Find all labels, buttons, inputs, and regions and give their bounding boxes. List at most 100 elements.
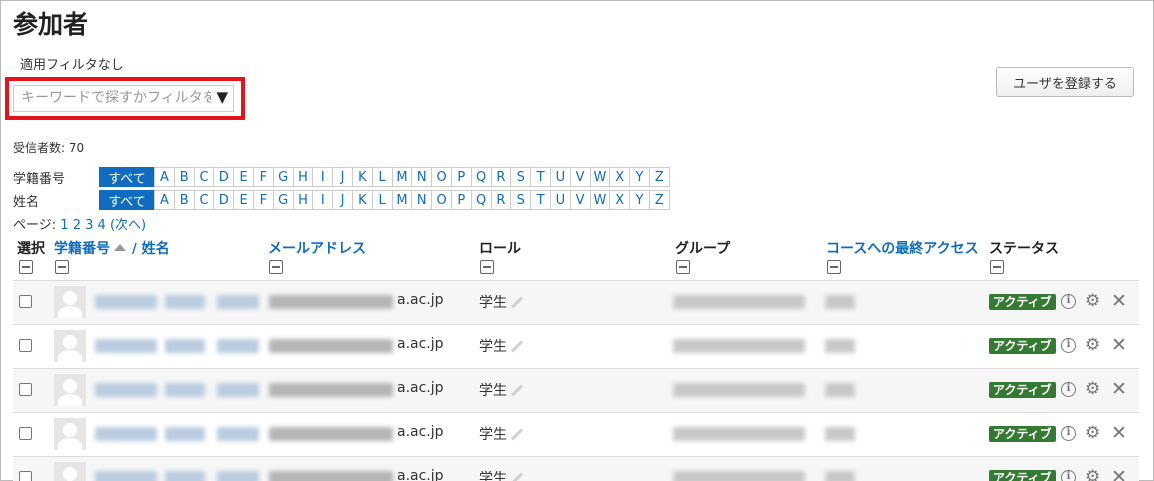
gear-icon[interactable]: ⚙ bbox=[1085, 425, 1100, 442]
filter-search-box[interactable]: ▼ bbox=[13, 85, 234, 112]
gear-icon[interactable]: ⚙ bbox=[1085, 337, 1100, 354]
unenrol-x-icon[interactable]: ✕ bbox=[1111, 468, 1127, 481]
initial-letter[interactable]: W bbox=[589, 190, 611, 210]
collapse-column-icon[interactable] bbox=[55, 260, 69, 274]
initial-letter[interactable]: Y bbox=[629, 167, 650, 187]
row-select-checkbox[interactable] bbox=[19, 295, 32, 308]
initial-letter[interactable]: F bbox=[252, 190, 274, 210]
initial-letter[interactable]: Z bbox=[648, 167, 670, 187]
initial-letter[interactable]: K bbox=[351, 167, 373, 187]
initial-letter[interactable]: R bbox=[490, 190, 512, 210]
initial-letter[interactable]: M bbox=[391, 167, 413, 187]
unenrol-x-icon[interactable]: ✕ bbox=[1111, 424, 1127, 443]
initial-letter[interactable]: P bbox=[450, 190, 472, 210]
initial-letter[interactable]: J bbox=[332, 190, 353, 210]
initial-letter[interactable]: W bbox=[589, 167, 611, 187]
page-link-2[interactable]: 2 bbox=[73, 218, 81, 233]
initial-letter[interactable]: B bbox=[173, 190, 195, 210]
initial-letter[interactable]: T bbox=[530, 190, 551, 210]
dropdown-caret-icon[interactable]: ▼ bbox=[216, 88, 228, 106]
initial-letter[interactable]: X bbox=[609, 167, 631, 187]
info-icon[interactable]: i bbox=[1061, 470, 1076, 481]
user-avatar[interactable] bbox=[54, 462, 86, 481]
initial-letter[interactable]: R bbox=[490, 167, 512, 187]
initial-letter[interactable]: O bbox=[431, 190, 452, 210]
redacted-group bbox=[673, 383, 805, 397]
initial-letter[interactable]: E bbox=[233, 190, 254, 210]
initial-letter[interactable]: V bbox=[569, 190, 591, 210]
info-icon[interactable]: i bbox=[1061, 382, 1076, 397]
user-avatar[interactable] bbox=[54, 330, 86, 362]
initial-letter[interactable]: D bbox=[213, 167, 235, 187]
unenrol-x-icon[interactable]: ✕ bbox=[1111, 336, 1127, 355]
initial-all[interactable]: すべて bbox=[99, 167, 155, 187]
next-page-link[interactable]: (次へ) bbox=[110, 218, 146, 233]
initial-letter[interactable]: L bbox=[371, 190, 393, 210]
initial-letter[interactable]: P bbox=[450, 167, 472, 187]
gear-icon[interactable]: ⚙ bbox=[1085, 469, 1100, 481]
initial-all[interactable]: すべて bbox=[99, 190, 155, 210]
row-select-checkbox[interactable] bbox=[19, 339, 32, 352]
collapse-column-icon[interactable] bbox=[480, 260, 494, 274]
column-header-last-access[interactable]: コースへの最終アクセス bbox=[826, 238, 979, 258]
filter-search-input[interactable] bbox=[21, 90, 211, 106]
row-select-checkbox[interactable] bbox=[19, 427, 32, 440]
initial-letter[interactable]: H bbox=[292, 167, 314, 187]
gear-icon[interactable]: ⚙ bbox=[1085, 293, 1100, 310]
initial-letter[interactable]: M bbox=[391, 190, 413, 210]
initial-letter[interactable]: Z bbox=[648, 190, 670, 210]
initial-letter[interactable]: G bbox=[272, 167, 294, 187]
unenrol-x-icon[interactable]: ✕ bbox=[1111, 292, 1127, 311]
initial-letter[interactable]: N bbox=[411, 190, 433, 210]
initial-letter[interactable]: Q bbox=[470, 167, 492, 187]
page-link-3[interactable]: 3 bbox=[85, 218, 93, 233]
unenrol-x-icon[interactable]: ✕ bbox=[1111, 380, 1127, 399]
initial-letter[interactable]: E bbox=[233, 167, 254, 187]
initial-letter[interactable]: Y bbox=[629, 190, 650, 210]
initial-letter[interactable]: K bbox=[351, 190, 373, 210]
page-link-1[interactable]: 1 bbox=[60, 218, 68, 233]
user-avatar[interactable] bbox=[54, 418, 86, 450]
collapse-column-icon[interactable] bbox=[19, 260, 33, 274]
collapse-column-icon[interactable] bbox=[827, 260, 841, 274]
sort-student-id-link[interactable]: 学籍番号 bbox=[54, 241, 110, 257]
initial-letter[interactable]: S bbox=[510, 167, 532, 187]
initial-letter[interactable]: D bbox=[213, 190, 235, 210]
initial-letter[interactable]: C bbox=[193, 167, 215, 187]
initial-letter[interactable]: C bbox=[193, 190, 215, 210]
info-icon[interactable]: i bbox=[1061, 426, 1076, 441]
column-header-email[interactable]: メールアドレス bbox=[268, 238, 366, 258]
row-select-checkbox[interactable] bbox=[19, 471, 32, 481]
initial-letter[interactable]: A bbox=[154, 190, 175, 210]
initial-letter[interactable]: J bbox=[332, 167, 353, 187]
initial-letter[interactable]: I bbox=[312, 190, 334, 210]
initial-letter[interactable]: O bbox=[431, 167, 452, 187]
initial-letter[interactable]: L bbox=[371, 167, 393, 187]
initial-letter[interactable]: G bbox=[272, 190, 294, 210]
enrol-users-button[interactable]: ユーザを登録する bbox=[996, 67, 1134, 97]
initial-letter[interactable]: A bbox=[154, 167, 175, 187]
initial-letter[interactable]: V bbox=[569, 167, 591, 187]
info-icon[interactable]: i bbox=[1061, 338, 1076, 353]
sort-name-link[interactable]: 姓名 bbox=[142, 241, 170, 257]
page-link-4[interactable]: 4 bbox=[98, 218, 106, 233]
initial-letter[interactable]: T bbox=[530, 167, 551, 187]
info-icon[interactable]: i bbox=[1061, 294, 1076, 309]
user-avatar[interactable] bbox=[54, 286, 86, 318]
initial-letter[interactable]: X bbox=[609, 190, 631, 210]
initial-letter[interactable]: U bbox=[549, 190, 571, 210]
initial-letter[interactable]: I bbox=[312, 167, 334, 187]
initial-letter[interactable]: B bbox=[173, 167, 195, 187]
gear-icon[interactable]: ⚙ bbox=[1085, 381, 1100, 398]
initial-letter[interactable]: U bbox=[549, 167, 571, 187]
row-select-checkbox[interactable] bbox=[19, 383, 32, 396]
initial-letter[interactable]: Q bbox=[470, 190, 492, 210]
initial-letter[interactable]: H bbox=[292, 190, 314, 210]
collapse-column-icon[interactable] bbox=[676, 260, 690, 274]
initial-letter[interactable]: F bbox=[252, 167, 274, 187]
collapse-column-icon[interactable] bbox=[269, 260, 283, 274]
initial-letter[interactable]: S bbox=[510, 190, 532, 210]
collapse-column-icon[interactable] bbox=[990, 260, 1004, 274]
user-avatar[interactable] bbox=[54, 374, 86, 406]
initial-letter[interactable]: N bbox=[411, 167, 433, 187]
